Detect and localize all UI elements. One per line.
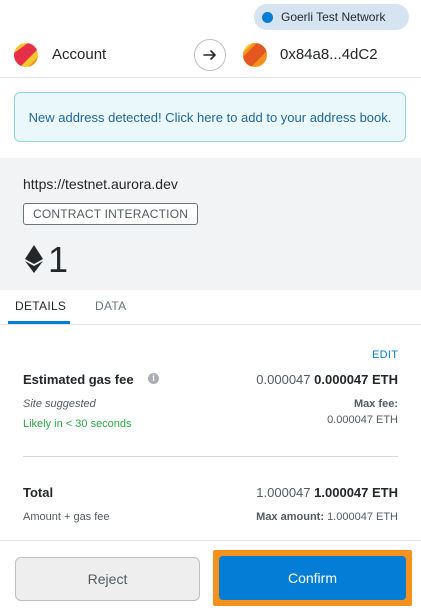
gas-fee-primary: 0.000047 ETH xyxy=(314,372,398,387)
confirm-label: Confirm xyxy=(287,570,337,586)
max-fee-label: Max fee: xyxy=(353,398,398,410)
banner-text: New address detected! Click here to add … xyxy=(28,109,392,125)
edit-gas-link[interactable]: EDIT xyxy=(372,349,398,361)
network-selector[interactable]: Goerli Test Network xyxy=(254,4,409,30)
reject-button[interactable]: Reject xyxy=(15,557,200,601)
account-row: Account 0x84a8...4dC2 xyxy=(0,33,421,78)
estimated-gas-fee-label: Estimated gas fee xyxy=(23,372,134,387)
amount-plus-gas-label: Amount + gas fee xyxy=(23,511,110,523)
from-account-avatar xyxy=(14,43,38,67)
confirm-button[interactable]: Confirm xyxy=(219,556,406,600)
active-tab-indicator xyxy=(8,321,70,324)
reject-label: Reject xyxy=(87,571,128,587)
total-value: 1.000047 1.000047 ETH xyxy=(256,485,398,500)
badge-label: CONTRACT INTERACTION xyxy=(33,207,189,221)
footer-actions: Reject Confirm xyxy=(0,540,421,611)
max-amount: Max amount: 1.000047 ETH xyxy=(256,511,398,523)
estimated-gas-fee-value: 0.000047 0.000047 ETH xyxy=(256,372,398,387)
from-account-name[interactable]: Account xyxy=(52,46,106,63)
network-label: Goerli Test Network xyxy=(281,10,386,24)
network-status-dot xyxy=(262,11,273,23)
transaction-amount: 1 xyxy=(48,239,69,280)
total-primary: 1.000047 ETH xyxy=(314,485,398,500)
transaction-summary: https://testnet.aurora.dev CONTRACT INTE… xyxy=(0,158,421,290)
info-icon[interactable]: i xyxy=(148,373,159,384)
max-fee-value: 0.000047 ETH xyxy=(327,414,398,426)
gas-fee-secondary: 0.000047 xyxy=(256,372,311,387)
new-address-banner[interactable]: New address detected! Click here to add … xyxy=(14,92,406,142)
max-amount-label: Max amount: xyxy=(256,511,324,523)
total-secondary: 1.000047 xyxy=(256,485,311,500)
max-amount-value: 1.000047 ETH xyxy=(327,511,398,523)
to-address[interactable]: 0x84a8...4dC2 xyxy=(280,46,378,63)
contract-interaction-badge: CONTRACT INTERACTION xyxy=(23,203,199,225)
tab-data[interactable]: DATA xyxy=(95,299,126,313)
divider xyxy=(23,456,398,457)
tab-bar: DETAILS DATA xyxy=(0,290,421,325)
to-account-avatar xyxy=(243,43,267,67)
likely-time-label: Likely in < 30 seconds xyxy=(23,418,132,430)
tab-details[interactable]: DETAILS xyxy=(15,299,66,313)
origin-url: https://testnet.aurora.dev xyxy=(23,176,178,192)
eth-icon xyxy=(25,245,43,278)
arrow-right-icon xyxy=(194,39,226,71)
total-label: Total xyxy=(23,485,54,500)
site-suggested-label: Site suggested xyxy=(23,398,96,410)
